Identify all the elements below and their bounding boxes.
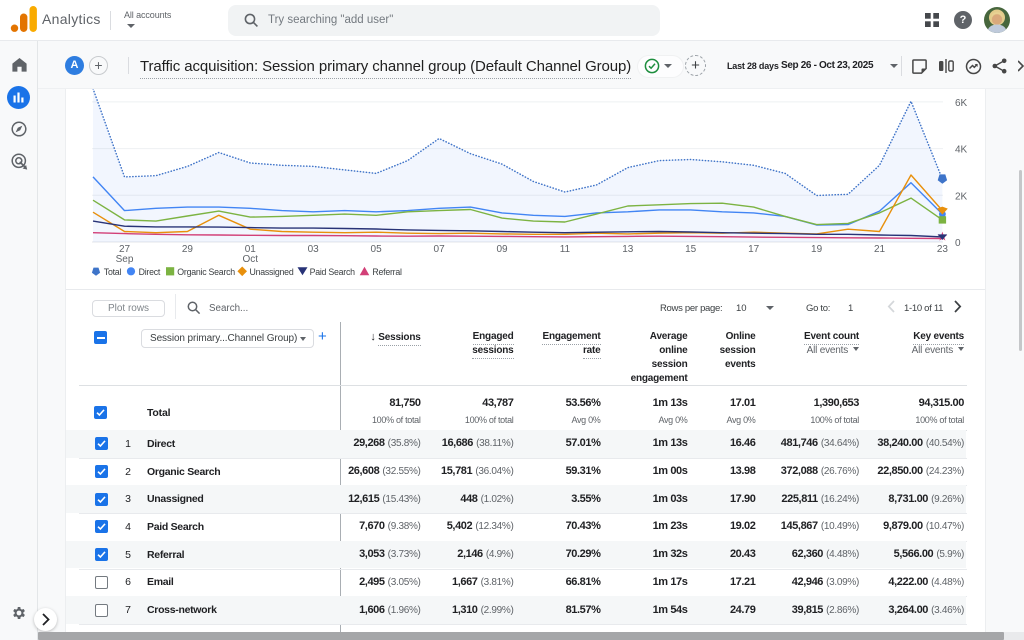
svg-text:23: 23 (937, 244, 949, 255)
svg-text:Paid Search: Paid Search (310, 267, 356, 277)
svg-text:17: 17 (748, 244, 760, 255)
svg-text:15: 15 (685, 244, 697, 255)
svg-text:Direct: Direct (139, 267, 161, 277)
svg-text:4K: 4K (955, 145, 968, 156)
svg-text:29: 29 (182, 244, 194, 255)
svg-text:13: 13 (622, 244, 634, 255)
svg-text:Sep: Sep (116, 254, 134, 265)
svg-text:09: 09 (496, 244, 508, 255)
svg-text:07: 07 (434, 244, 446, 255)
svg-text:19: 19 (811, 244, 823, 255)
svg-text:Referral: Referral (372, 267, 402, 277)
svg-text:05: 05 (371, 244, 383, 255)
svg-text:Unassigned: Unassigned (250, 267, 294, 277)
svg-text:Total: Total (104, 267, 122, 277)
svg-text:Organic Search: Organic Search (177, 267, 235, 277)
svg-text:2K: 2K (955, 191, 968, 202)
svg-text:03: 03 (308, 244, 320, 255)
svg-text:0: 0 (955, 238, 961, 249)
svg-text:6K: 6K (955, 98, 968, 109)
svg-text:11: 11 (560, 244, 571, 255)
svg-text:Oct: Oct (243, 254, 259, 265)
svg-text:21: 21 (874, 244, 886, 255)
